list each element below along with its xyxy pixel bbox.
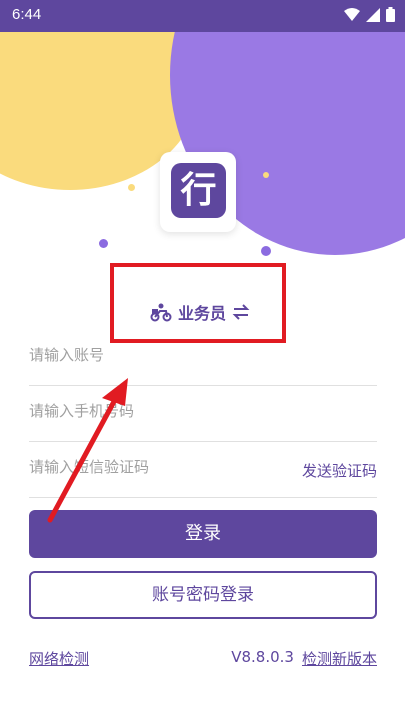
role-label: 业务员: [178, 304, 227, 323]
footer-row: 网络检测 V8.8.0.3 检测新版本: [29, 648, 377, 668]
password-login-button[interactable]: 账号密码登录: [29, 571, 377, 619]
logo-char: 行: [171, 163, 226, 218]
version-label: V8.8.0.3: [231, 648, 294, 666]
decor-dot: [261, 246, 271, 256]
send-code-button[interactable]: 发送验证码: [302, 460, 377, 481]
sms-code-field[interactable]: 发送验证码: [29, 442, 377, 498]
account-field[interactable]: [29, 330, 377, 386]
wifi-icon: [344, 7, 360, 21]
network-check-link[interactable]: 网络检测: [29, 648, 89, 669]
role-switcher[interactable]: 业务员: [150, 300, 250, 324]
decor-dot: [128, 184, 135, 191]
signal-icon: [366, 7, 380, 22]
phone-field[interactable]: [29, 386, 377, 442]
scooter-icon: [150, 303, 172, 322]
status-icons: [344, 7, 395, 22]
sms-code-input[interactable]: [29, 458, 289, 476]
status-bar: 6:44: [0, 0, 405, 32]
status-time: 6:44: [12, 6, 42, 23]
account-input[interactable]: [29, 346, 289, 364]
swap-arrows-icon: [232, 304, 250, 320]
phone-input[interactable]: [29, 402, 289, 420]
battery-icon: [386, 7, 395, 22]
decor-dot: [99, 239, 108, 248]
login-button[interactable]: 登录: [29, 510, 377, 558]
check-update-link[interactable]: 检测新版本: [302, 648, 377, 669]
app-logo: 行: [160, 152, 236, 232]
decor-dot: [263, 172, 269, 178]
version-group: V8.8.0.3 检测新版本: [231, 648, 377, 669]
